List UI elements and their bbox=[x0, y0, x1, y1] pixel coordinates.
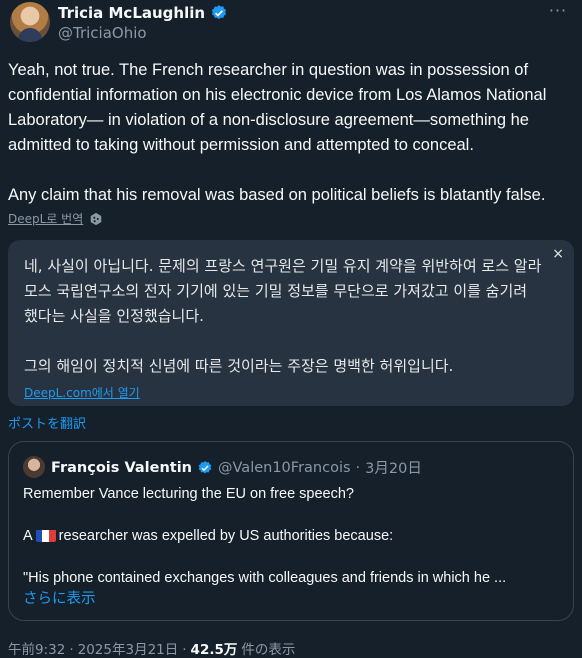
quoted-line-1: Remember Vance lecturing the EU on free … bbox=[23, 486, 354, 502]
more-options-icon[interactable]: ··· bbox=[546, 3, 570, 24]
close-translation-icon[interactable]: × bbox=[552, 246, 564, 262]
quoted-tweet-header: François Valentin @Valen10Francois · 3月2… bbox=[51, 457, 422, 478]
show-more-link[interactable]: さらに表示 bbox=[23, 589, 559, 610]
tweet-header: Tricia McLaughlin @TriciaOhio ··· bbox=[8, 0, 574, 46]
author-name[interactable]: Tricia McLaughlin bbox=[58, 4, 205, 22]
author-handle[interactable]: @TriciaOhio bbox=[58, 24, 147, 42]
quoted-line-3: "His phone contained exchanges with coll… bbox=[23, 570, 507, 586]
quoted-author-avatar bbox=[23, 456, 45, 478]
quoted-author-handle: @Valen10Francois bbox=[218, 459, 351, 476]
footer-separator: · bbox=[182, 642, 187, 658]
view-label: 件の表示 bbox=[241, 642, 296, 658]
translate-post-link[interactable]: ポストを翻訳 bbox=[8, 413, 86, 432]
post-time[interactable]: 午前9:32 bbox=[8, 638, 65, 658]
tweet-body: Yeah, not true. The French researcher in… bbox=[8, 61, 547, 204]
quoted-tweet[interactable]: François Valentin @Valen10Francois · 3月2… bbox=[8, 441, 574, 621]
post-date[interactable]: 2025年3月21日 bbox=[78, 638, 179, 658]
footer-separator: · bbox=[69, 642, 74, 658]
translation-text: 네, 사실이 아닙니다. 문제의 프랑스 연구원은 기밀 유지 계약을 위반하여… bbox=[24, 257, 542, 375]
verified-badge-icon bbox=[211, 5, 227, 20]
verified-badge-icon bbox=[198, 460, 212, 473]
tweet-footer: 午前9:32 · 2025年3月21日 · 42.5万 件の表示 bbox=[8, 638, 295, 658]
deepl-logo-icon bbox=[91, 212, 102, 225]
quoted-author-name: François Valentin bbox=[51, 459, 193, 476]
deepl-translate-link[interactable]: DeepL로 번역 bbox=[8, 210, 83, 227]
deepl-translate-row[interactable]: DeepL로 번역 bbox=[8, 210, 103, 227]
quoted-line-2-prefix: A bbox=[23, 528, 33, 544]
author-avatar[interactable] bbox=[10, 2, 50, 42]
quoted-date: 3月20日 bbox=[365, 461, 422, 477]
quoted-line-2: Aresearcher was expelled by US authoriti… bbox=[23, 526, 559, 547]
french-flag-icon bbox=[35, 529, 56, 542]
view-count: 42.5万 bbox=[190, 642, 238, 658]
author-name-row: Tricia McLaughlin bbox=[58, 4, 228, 22]
open-in-deepl-link[interactable]: DeepL.com에서 열기 bbox=[24, 384, 140, 401]
quoted-tweet-body: Remember Vance lecturing the EU on free … bbox=[23, 484, 559, 610]
quoted-line-2-suffix: researcher was expelled by US authoritie… bbox=[58, 528, 394, 544]
quoted-separator: · bbox=[355, 459, 361, 476]
translation-panel: 네, 사실이 아닙니다. 문제의 프랑스 연구원은 기밀 유지 계약을 위반하여… bbox=[8, 240, 574, 406]
